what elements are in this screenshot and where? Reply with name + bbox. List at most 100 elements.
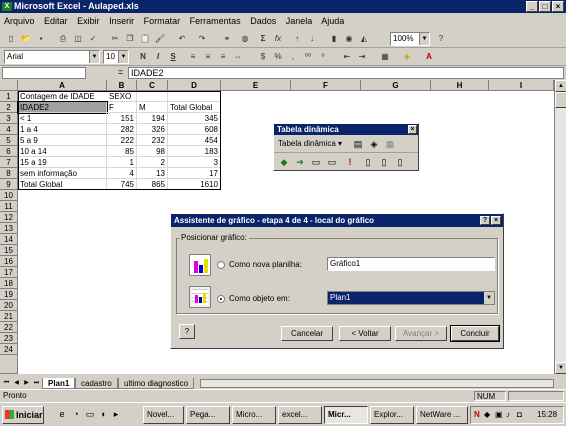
cell-d7[interactable]: 3 xyxy=(168,157,221,168)
italic-button[interactable]: I xyxy=(151,50,165,63)
hyperlink-icon[interactable]: ⚭ xyxy=(220,32,234,45)
new-sheet-radio[interactable] xyxy=(217,261,225,269)
spelling-icon[interactable]: ✓ xyxy=(86,32,100,45)
menu-ferramentas[interactable]: Ferramentas xyxy=(190,16,241,26)
align-center-icon[interactable]: ≡ xyxy=(201,50,215,63)
task-netware[interactable]: NetWare ... xyxy=(416,406,468,424)
cell-c5[interactable]: 232 xyxy=(137,135,168,146)
sheet-tab-cadastro[interactable]: cadastro xyxy=(75,378,118,389)
comma-style-icon[interactable]: , xyxy=(286,50,300,63)
font-size-select[interactable]: 10 ▼ xyxy=(103,50,129,64)
finish-button[interactable]: Concluir xyxy=(450,325,500,342)
row-header[interactable]: 21 xyxy=(0,311,18,322)
open-icon[interactable]: 📂 xyxy=(19,32,33,45)
tray-icon[interactable]: ▣ xyxy=(495,407,503,423)
cell-b1[interactable]: SEXO xyxy=(107,91,137,102)
row-header[interactable]: 6 xyxy=(0,146,18,157)
vertical-scrollbar[interactable]: ▲ ▼ xyxy=(554,80,566,374)
menu-ajuda[interactable]: Ajuda xyxy=(321,16,344,26)
row-header[interactable]: 15 xyxy=(0,245,18,256)
maximize-button[interactable]: □ xyxy=(539,1,551,12)
cell-a3[interactable]: < 1 xyxy=(18,113,107,124)
cell-b9[interactable]: 745 xyxy=(107,179,137,190)
close-icon[interactable]: × xyxy=(491,216,501,225)
hide-detail-icon[interactable]: ▭ xyxy=(310,156,322,168)
bold-button[interactable]: N xyxy=(136,50,150,63)
sort-descending-icon[interactable]: ↓ xyxy=(305,32,319,45)
cell-a4[interactable]: 1 a 4 xyxy=(18,124,107,135)
row-header[interactable] xyxy=(0,355,18,374)
select-data-icon[interactable]: ▯ xyxy=(378,156,390,168)
close-button[interactable]: × xyxy=(552,1,564,12)
netware-tray-icon[interactable]: N xyxy=(474,407,480,423)
object-in-radio[interactable] xyxy=(217,295,225,303)
cell-a6[interactable]: 10 a 14 xyxy=(18,146,107,157)
next-button[interactable]: Avançar > xyxy=(395,326,447,341)
cell-c2[interactable]: M xyxy=(137,102,168,113)
minimize-button[interactable]: _ xyxy=(526,1,538,12)
row-header[interactable]: 19 xyxy=(0,289,18,300)
sheet-tab-plan1[interactable]: Plan1 xyxy=(42,378,76,389)
preview-icon[interactable]: ◫ xyxy=(71,32,85,45)
back-button[interactable]: < Voltar xyxy=(339,326,391,341)
function-icon[interactable]: fx xyxy=(271,32,285,45)
cell-d8[interactable]: 17 xyxy=(168,168,221,179)
volume-icon[interactable]: ♪ xyxy=(506,407,510,423)
pivot-menu-button[interactable]: Tabela dinâmica ▾ xyxy=(278,139,342,148)
ie-icon[interactable]: e xyxy=(56,408,68,420)
row-header[interactable]: 10 xyxy=(0,190,18,201)
row-header[interactable]: 16 xyxy=(0,256,18,267)
cell-d6[interactable]: 183 xyxy=(168,146,221,157)
channels-icon[interactable]: ◐ xyxy=(98,408,110,420)
select-label-data-icon[interactable]: ▯ xyxy=(394,156,406,168)
row-header[interactable]: 3 xyxy=(0,113,18,124)
font-select[interactable]: Arial ▼ xyxy=(4,50,100,64)
column-header-e[interactable]: E xyxy=(221,80,291,91)
column-header-a[interactable]: A xyxy=(18,80,107,91)
tray-icon[interactable]: ◆ xyxy=(484,407,490,423)
cell-a7[interactable]: 15 a 19 xyxy=(18,157,107,168)
task-novell[interactable]: Novel... xyxy=(143,406,184,424)
cell-b6[interactable]: 85 xyxy=(107,146,137,157)
increase-decimal-icon[interactable]: ⁰⁰ xyxy=(301,50,315,63)
cut-icon[interactable]: ✂ xyxy=(108,32,122,45)
currency-icon[interactable]: $ xyxy=(256,50,270,63)
cell-d5[interactable]: 454 xyxy=(168,135,221,146)
cell-c1[interactable] xyxy=(137,91,168,102)
show-detail-icon[interactable]: ▭ xyxy=(326,156,338,168)
office-assistant-button[interactable]: ? xyxy=(179,324,195,339)
prev-sheet-icon[interactable]: ◀ xyxy=(12,379,21,388)
task-explorer[interactable]: Explor... xyxy=(370,406,414,424)
close-icon[interactable]: × xyxy=(408,125,417,134)
last-sheet-icon[interactable]: ⏭ xyxy=(32,379,41,388)
object-in-label[interactable]: Como objeto em: xyxy=(229,294,290,304)
save-icon[interactable]: ▪ xyxy=(34,32,48,45)
paste-icon[interactable]: 📋 xyxy=(138,32,152,45)
cell-c8[interactable]: 13 xyxy=(137,168,168,179)
new-icon[interactable]: ▯ xyxy=(4,32,18,45)
tray-icon[interactable]: ◘ xyxy=(517,407,522,423)
cell-c9[interactable]: 865 xyxy=(137,179,168,190)
row-header[interactable]: 18 xyxy=(0,278,18,289)
quicklaunch-more-icon[interactable]: ▸ xyxy=(110,408,122,420)
cell-a2[interactable]: IDADE2 xyxy=(17,101,108,114)
dialog-help-icon[interactable]: ? xyxy=(480,216,490,225)
menu-dados[interactable]: Dados xyxy=(250,16,276,26)
new-sheet-label[interactable]: Como nova planilha: xyxy=(229,260,302,270)
row-header[interactable]: 8 xyxy=(0,168,18,179)
menu-janela[interactable]: Janela xyxy=(286,16,313,26)
map-icon[interactable]: ◉ xyxy=(342,32,356,45)
formula-equals[interactable]: = xyxy=(118,67,123,77)
borders-icon[interactable]: ▦ xyxy=(378,50,392,63)
field-settings-icon[interactable]: ◈ xyxy=(368,138,380,150)
cell-c7[interactable]: 2 xyxy=(137,157,168,168)
menu-exibir[interactable]: Exibir xyxy=(77,16,100,26)
drawing-icon[interactable]: ◭ xyxy=(357,32,371,45)
row-header[interactable]: 17 xyxy=(0,267,18,278)
scroll-thumb[interactable] xyxy=(555,92,566,108)
cell-b2[interactable]: F xyxy=(107,102,137,113)
help-icon[interactable]: ? xyxy=(434,32,448,45)
redo-icon[interactable]: ↷ xyxy=(195,32,209,45)
formula-input[interactable]: IDADE2 xyxy=(128,67,564,79)
cell-d4[interactable]: 608 xyxy=(168,124,221,135)
